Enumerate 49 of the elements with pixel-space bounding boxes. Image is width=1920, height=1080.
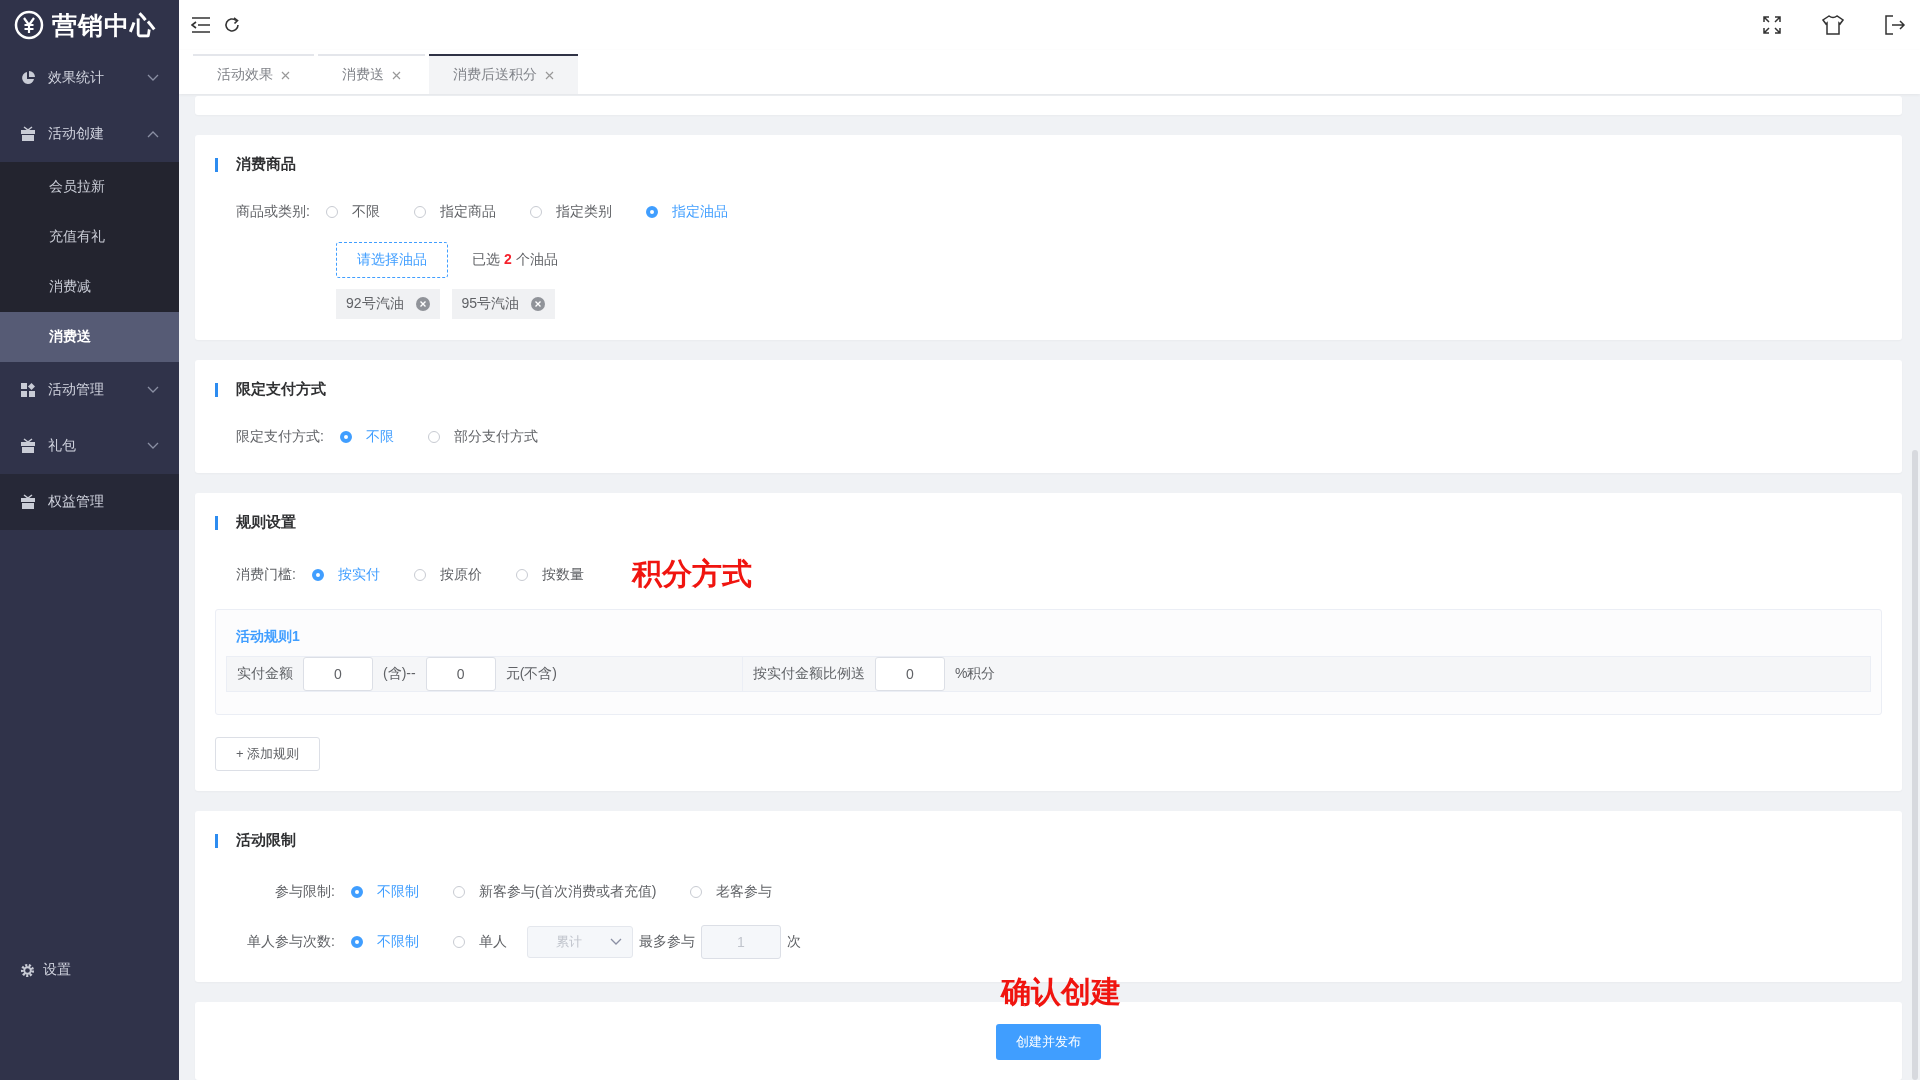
sidebar-subitem[interactable]: 充值有礼 [0,212,179,262]
sidebar-subitem[interactable]: 消费送 [0,312,179,362]
field-label: 限定支付方式: [236,428,324,446]
add-rule-button[interactable]: + 添加规则 [215,737,321,771]
selection-summary: 已选 2 个油品 [472,251,558,269]
sidebar-item[interactable]: 活动管理 [0,362,179,418]
oil-tag: 95号汽油 [451,289,556,319]
field-label: 实付金额 [237,665,293,683]
field-label: 单人参与次数: [246,933,335,951]
sidebar-item[interactable]: 效果统计 [0,50,179,106]
radio-option[interactable]: 老客参与 [690,883,773,901]
field-label: 商品或类别: [236,203,310,221]
field-label: 按实付金额比例送 [753,665,865,683]
radio-option[interactable]: 不限 [325,203,380,221]
ratio-input[interactable]: 0 [875,657,945,691]
annotation-text: 确认创建 [1000,974,1121,1010]
tab[interactable]: 消费送 [318,54,425,94]
field-label: 参与限制: [274,883,335,901]
section-title: 消费商品 [236,155,296,174]
field-label: 最多参与 [639,933,695,951]
field-label: 次 [787,933,801,951]
sidebar-item[interactable]: 权益管理 [0,474,179,530]
radio-option[interactable]: 指定商品 [413,203,496,221]
field-label: %积分 [955,665,996,683]
radio-option[interactable]: 指定类别 [529,203,612,221]
oil-tag: 92号汽油 [336,289,440,319]
section-title: 活动限制 [236,831,296,850]
field-label: 元(不含) [505,665,557,683]
sidebar-item[interactable]: 礼包 [0,418,179,474]
amount-from-input[interactable]: 0 [303,657,373,691]
radio-option[interactable]: 按原价 [413,565,482,584]
app-logo-text: 营销中心 [52,9,156,41]
sidebar-item[interactable]: 活动创建 [0,106,179,162]
amount-to-input[interactable]: 0 [425,657,496,691]
radio-option[interactable]: 新客参与(首次消费或者充值) [453,883,657,901]
radio-option[interactable]: 部分支付方式 [427,428,538,446]
annotation-text: 积分方式 [631,556,752,592]
tab[interactable]: 活动效果 [193,54,314,94]
settings-item[interactable]: 设置 [0,950,179,990]
section-title: 限定支付方式 [236,380,326,399]
section-title: 规则设置 [236,513,296,532]
field-label: 消费门槛: [236,565,296,584]
radio-option[interactable]: 单人 [453,933,507,951]
tab[interactable]: 消费后送积分 [429,54,578,94]
radio-option[interactable]: 按数量 [515,565,584,584]
sidebar-subitem[interactable]: 会员拉新 [0,162,179,212]
sidebar-subitem[interactable]: 消费减 [0,262,179,312]
field-label: (含)-- [383,665,416,683]
rule-title: 活动规则1 [235,627,301,646]
